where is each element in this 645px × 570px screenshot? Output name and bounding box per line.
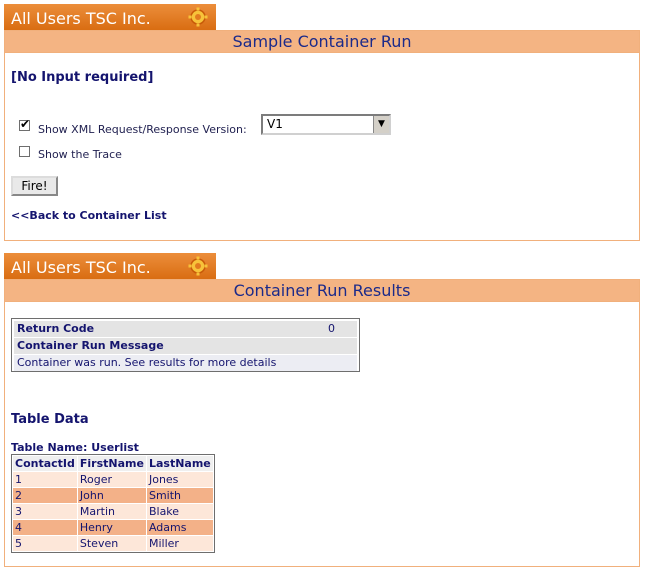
table-cell: Martin — [77, 504, 146, 519]
table-row: 3 Martin Blake — [13, 504, 213, 519]
back-to-container-list-link[interactable]: <<Back to Container List — [11, 209, 167, 222]
table-row: 1 Roger Jones — [13, 472, 213, 487]
table-row: 5 Steven Miller — [13, 536, 213, 551]
table-cell: 5 — [13, 536, 77, 551]
version-select[interactable]: V1 ▼ — [261, 114, 391, 135]
table-cell: Blake — [146, 504, 213, 519]
table-cell: 4 — [13, 520, 77, 535]
table-cell: 1 — [13, 472, 77, 487]
chevron-down-icon[interactable]: ▼ — [373, 116, 389, 133]
table-header-row: ContactId FirstName LastName — [13, 456, 213, 471]
no-input-text: [No Input required] — [11, 70, 154, 85]
table-row: 2 John Smith — [13, 488, 213, 503]
table-cell: John — [77, 488, 146, 503]
results-title: Container Run Results — [5, 280, 639, 302]
container-run-panel: Sample Container Run [No Input required]… — [4, 30, 640, 241]
table-cell: 2 — [13, 488, 77, 503]
table-cell: Roger — [77, 472, 146, 487]
return-code-row: Return Code 0 — [14, 321, 357, 337]
brand-name: All Users TSC Inc. — [11, 258, 151, 277]
userlist-table: ContactId FirstName LastName 1 Roger Jon… — [11, 454, 215, 553]
message-value-row: Container was run. See results for more … — [14, 355, 357, 371]
gear-icon — [188, 256, 208, 276]
table-cell: Smith — [146, 488, 213, 503]
show-xml-label: Show XML Request/Response Version: — [38, 123, 247, 136]
message-value: Container was run. See results for more … — [17, 356, 277, 369]
table-cell: Miller — [146, 536, 213, 551]
column-header: ContactId — [13, 456, 77, 471]
column-header: LastName — [146, 456, 213, 471]
show-xml-checkbox[interactable]: ✔ — [19, 117, 31, 131]
message-label-row: Container Run Message — [14, 338, 357, 354]
show-trace-label: Show the Trace — [38, 148, 122, 161]
gear-icon — [188, 7, 208, 27]
table-cell: Adams — [146, 520, 213, 535]
message-label: Container Run Message — [17, 339, 164, 352]
page-title: Sample Container Run — [5, 31, 639, 53]
table-row: 4 Henry Adams — [13, 520, 213, 535]
table-name-label: Table Name: Userlist — [11, 441, 139, 454]
table-cell: 3 — [13, 504, 77, 519]
show-trace-checkbox[interactable] — [19, 146, 30, 157]
results-panel: Container Run Results Return Code 0 Cont… — [4, 279, 640, 567]
brand-name: All Users TSC Inc. — [11, 9, 151, 28]
return-code-value: 0 — [328, 322, 335, 335]
checkmark-icon: ✔ — [20, 117, 31, 131]
table-data-heading: Table Data — [11, 412, 89, 427]
return-code-label: Return Code — [17, 322, 95, 335]
table-cell: Jones — [146, 472, 213, 487]
version-value: V1 — [267, 117, 283, 131]
fire-button[interactable]: Fire! — [11, 176, 58, 196]
brand-tab: All Users TSC Inc. — [4, 4, 216, 30]
column-header: FirstName — [77, 456, 146, 471]
table-cell: Steven — [77, 536, 146, 551]
brand-tab-results: All Users TSC Inc. — [4, 253, 216, 279]
return-code-table: Return Code 0 Container Run Message Cont… — [11, 318, 360, 372]
table-cell: Henry — [77, 520, 146, 535]
